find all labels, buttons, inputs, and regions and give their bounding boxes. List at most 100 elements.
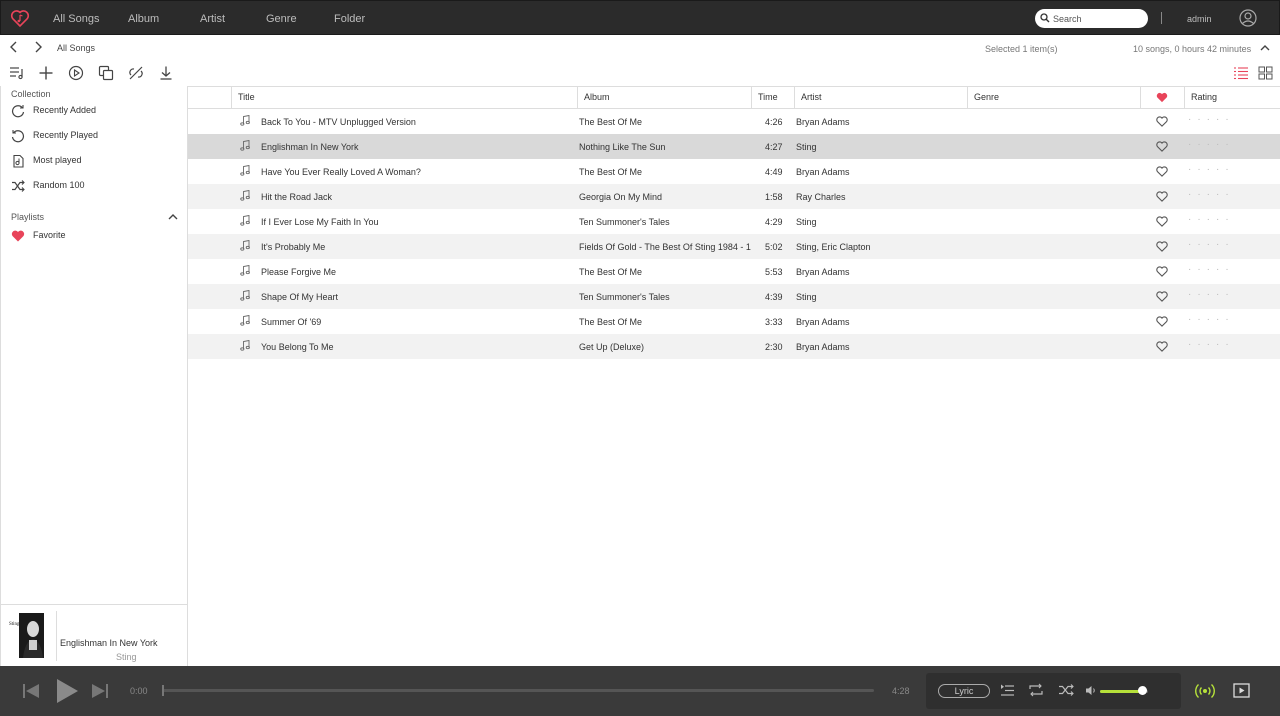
- rating-stars[interactable]: ·····: [1188, 139, 1235, 150]
- music-note-icon: [240, 215, 250, 226]
- nav-folder[interactable]: Folder: [334, 13, 365, 25]
- nav-artist[interactable]: Artist: [200, 13, 225, 25]
- user-name[interactable]: admin: [1187, 14, 1212, 24]
- chevron-up-icon[interactable]: [1259, 43, 1271, 53]
- queue-icon[interactable]: [1000, 684, 1015, 697]
- shuffle-icon[interactable]: [1058, 683, 1074, 697]
- download-icon[interactable]: [158, 65, 174, 81]
- sidebar-item-recently-added[interactable]: Recently Added: [11, 104, 181, 118]
- heart-outline-icon[interactable]: [1156, 341, 1168, 352]
- back-icon[interactable]: [9, 41, 19, 53]
- progress-handle[interactable]: [162, 685, 164, 696]
- table-row[interactable]: Have You Ever Really Loved A Woman? The B…: [188, 159, 1280, 184]
- sidebar-item-recently-played[interactable]: Recently Played: [11, 129, 181, 143]
- rating-stars[interactable]: ·····: [1188, 189, 1235, 200]
- cell-artist: Bryan Adams: [796, 267, 850, 277]
- heart-outline-icon[interactable]: [1156, 216, 1168, 227]
- search-icon: [1040, 13, 1050, 23]
- table-row[interactable]: Please Forgive Me The Best Of Me 5:53 Bryan…: [188, 259, 1280, 284]
- column-header-favorite[interactable]: [1140, 87, 1184, 108]
- copy-icon[interactable]: [98, 65, 114, 81]
- column-header-genre[interactable]: Genre: [967, 87, 1140, 108]
- library-summary: 10 songs, 0 hours 42 minutes: [1133, 44, 1252, 54]
- heart-outline-icon[interactable]: [1156, 316, 1168, 327]
- cell-album: Ten Summoner's Tales: [579, 292, 670, 302]
- volume-slider[interactable]: [1100, 686, 1148, 695]
- play-circle-icon[interactable]: [68, 65, 84, 81]
- next-icon[interactable]: [91, 683, 109, 699]
- sidebar-item-most-played[interactable]: Most played: [11, 154, 181, 168]
- cell-album: The Best Of Me: [579, 267, 643, 277]
- column-header-title[interactable]: Title: [231, 87, 577, 108]
- column-header-time[interactable]: Time: [751, 87, 794, 108]
- nav-genre[interactable]: Genre: [266, 13, 297, 25]
- column-header-artist[interactable]: Artist: [794, 87, 967, 108]
- cell-title: Shape Of My Heart: [261, 292, 339, 302]
- table-row[interactable]: You Belong To Me Get Up (Deluxe) 2:30 Bryan…: [188, 334, 1280, 359]
- search-input[interactable]: [1053, 11, 1143, 26]
- heart-outline-icon[interactable]: [1156, 141, 1168, 152]
- now-playing[interactable]: Sting Englishman In New York Sting: [0, 604, 188, 666]
- nav-all-songs[interactable]: All Songs: [53, 13, 99, 25]
- rating-stars[interactable]: ·····: [1188, 264, 1235, 275]
- rating-stars[interactable]: ·····: [1188, 164, 1235, 175]
- broadcast-icon[interactable]: [1195, 683, 1215, 699]
- album-cover[interactable]: Sting: [9, 613, 44, 658]
- rating-stars[interactable]: ·····: [1188, 314, 1235, 325]
- play-icon[interactable]: [55, 678, 79, 704]
- heart-icon: [11, 230, 25, 242]
- app-logo-icon[interactable]: [10, 8, 30, 28]
- table-row[interactable]: It's Probably Me Fields Of Gold - The Bes…: [188, 234, 1280, 259]
- progress-bar[interactable]: [162, 685, 874, 696]
- table-row[interactable]: Englishman In New York Nothing Like The S…: [188, 134, 1280, 159]
- heart-outline-icon[interactable]: [1156, 266, 1168, 277]
- lyric-button[interactable]: Lyric: [938, 684, 990, 698]
- cell-time: 4:49: [765, 167, 783, 177]
- cell-time: 5:53: [765, 267, 783, 277]
- sidebar-item-favorite[interactable]: Favorite: [11, 229, 181, 243]
- previous-icon[interactable]: [22, 683, 40, 699]
- forward-icon[interactable]: [33, 41, 43, 53]
- cell-time: 4:26: [765, 117, 783, 127]
- table-row[interactable]: Hit the Road Jack Georgia On My Mind 1:58 R…: [188, 184, 1280, 209]
- song-table: Title Album Time Artist Genre Rating Bac…: [188, 86, 1280, 666]
- unlink-icon[interactable]: [128, 65, 144, 81]
- search-box[interactable]: [1035, 9, 1148, 28]
- column-header-album[interactable]: Album: [577, 87, 751, 108]
- volume-icon[interactable]: [1085, 685, 1097, 696]
- heart-outline-icon[interactable]: [1156, 291, 1168, 302]
- rating-stars[interactable]: ·····: [1188, 239, 1235, 250]
- current-time: 0:00: [130, 686, 148, 696]
- player-bar: 0:00 4:28 Lyric: [0, 666, 1280, 716]
- table-row[interactable]: Shape Of My Heart Ten Summoner's Tales 4:3…: [188, 284, 1280, 309]
- heart-outline-icon[interactable]: [1156, 166, 1168, 177]
- music-note-icon: [240, 190, 250, 201]
- chevron-up-icon[interactable]: [167, 212, 179, 222]
- rating-stars[interactable]: ·····: [1188, 289, 1235, 300]
- nav-album[interactable]: Album: [128, 13, 159, 25]
- rating-stars[interactable]: ·····: [1188, 214, 1235, 225]
- heart-outline-icon[interactable]: [1156, 191, 1168, 202]
- add-icon[interactable]: [38, 65, 54, 81]
- add-to-playlist-icon[interactable]: [9, 65, 25, 81]
- cell-title: Back To You - MTV Unplugged Version: [261, 117, 416, 127]
- rating-stars[interactable]: ·····: [1188, 114, 1235, 125]
- rating-stars[interactable]: ·····: [1188, 339, 1235, 350]
- cell-album: Nothing Like The Sun: [579, 142, 666, 152]
- table-row[interactable]: Summer Of '69 The Best Of Me 3:33 Bryan Ada…: [188, 309, 1280, 334]
- table-row[interactable]: Back To You - MTV Unplugged Version The B…: [188, 109, 1280, 134]
- heart-outline-icon[interactable]: [1156, 241, 1168, 252]
- music-note-icon: [240, 240, 250, 251]
- cell-time: 3:33: [765, 317, 783, 327]
- table-row[interactable]: If I Ever Lose My Faith In You Ten Summon…: [188, 209, 1280, 234]
- grid-view-icon[interactable]: [1258, 66, 1273, 80]
- heart-outline-icon[interactable]: [1156, 116, 1168, 127]
- playlists-title: Playlists: [11, 212, 45, 222]
- sidebar-item-random-100[interactable]: Random 100: [11, 179, 181, 193]
- repeat-icon[interactable]: [1028, 683, 1044, 697]
- cell-artist: Sting: [796, 217, 817, 227]
- user-avatar-icon[interactable]: [1239, 9, 1257, 27]
- list-view-icon[interactable]: [1233, 66, 1249, 80]
- column-header-rating[interactable]: Rating: [1184, 87, 1280, 108]
- video-player-icon[interactable]: [1233, 683, 1250, 698]
